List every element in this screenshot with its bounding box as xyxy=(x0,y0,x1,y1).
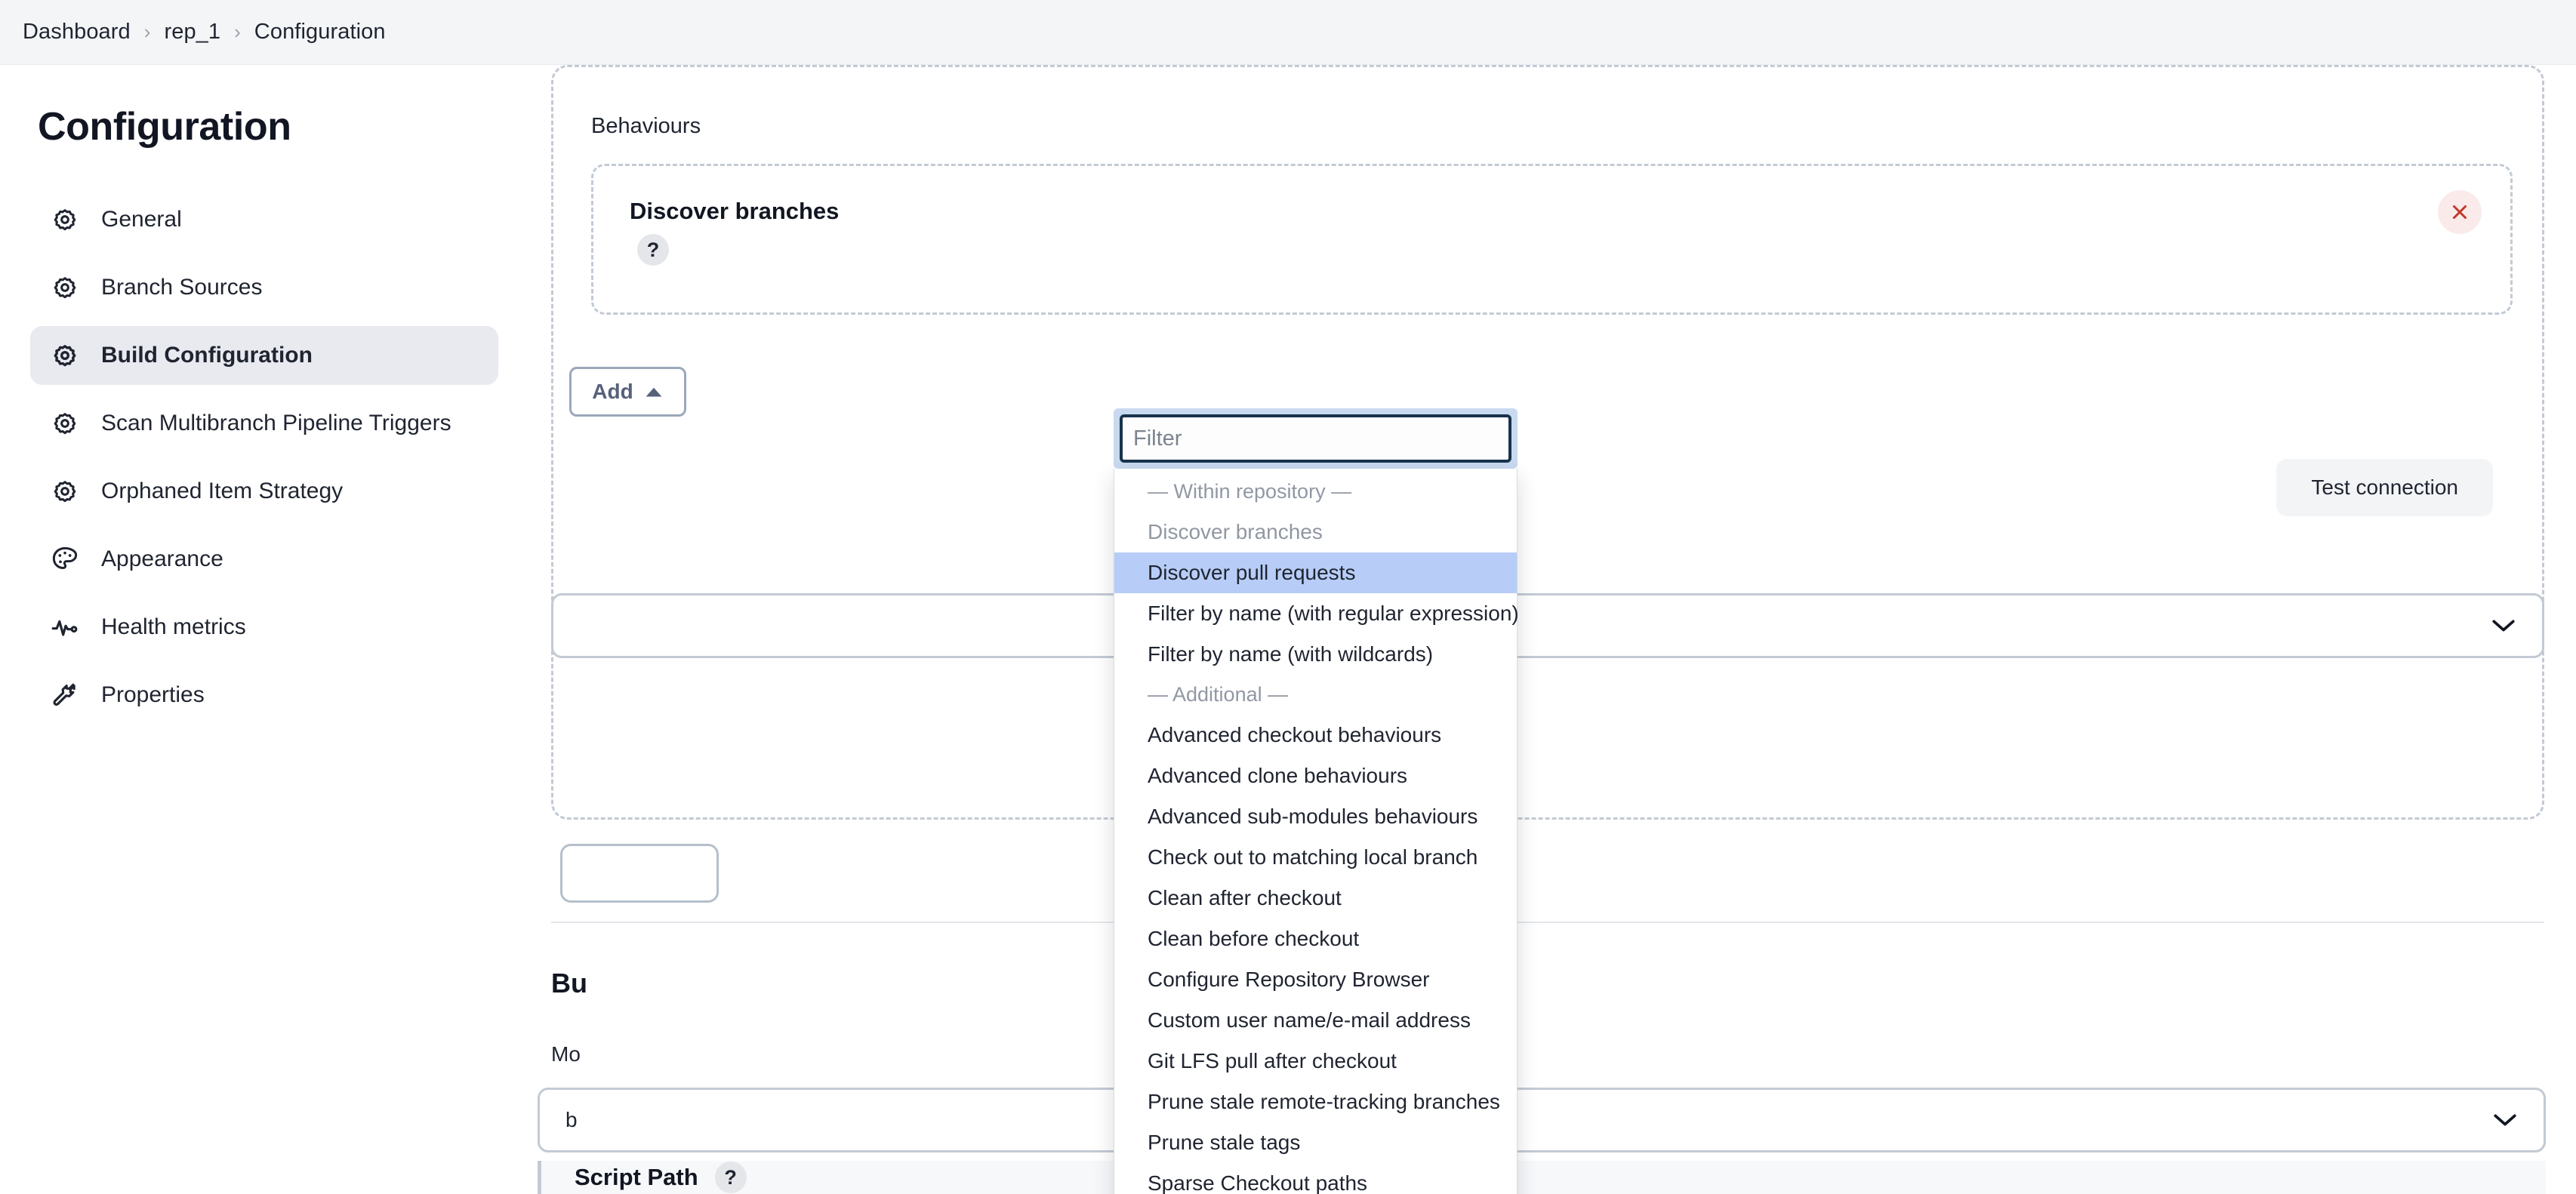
mode-select[interactable]: b xyxy=(538,1088,2546,1152)
menu-item-prune-stale-remote-tracking-branches[interactable]: Prune stale remote-tracking branches xyxy=(1114,1082,1517,1122)
add-behaviour-dropdown: — Within repository — Discover branches … xyxy=(1114,408,1519,1194)
secondary-action-button[interactable] xyxy=(560,844,719,903)
menu-item-clean-after-checkout[interactable]: Clean after checkout xyxy=(1114,878,1517,919)
help-badge-label: ? xyxy=(637,234,669,266)
add-behaviour-button[interactable]: Add xyxy=(569,367,686,417)
add-button-label: Add xyxy=(592,380,633,403)
menu-item-sparse-checkout-paths[interactable]: Sparse Checkout paths xyxy=(1114,1163,1517,1194)
sidebar-item-label: General xyxy=(101,207,182,232)
filter-input-wrapper xyxy=(1114,408,1518,469)
help-icon[interactable]: ? xyxy=(637,234,669,266)
sidebar-item-label: Orphaned Item Strategy xyxy=(101,479,344,503)
sidebar-item-label: Build Configuration xyxy=(101,343,313,368)
behaviour-title: Discover branches xyxy=(630,198,840,224)
breadcrumb-item-configuration[interactable]: Configuration xyxy=(254,20,386,45)
page-title: Configuration xyxy=(38,105,291,149)
sidebar-item-label: Branch Sources xyxy=(101,275,263,300)
wrench-icon xyxy=(50,680,80,710)
main-content: Behaviours Discover branches ? Add Test … xyxy=(528,65,2576,1194)
gear-icon xyxy=(50,340,80,371)
menu-item-git-lfs-pull-after-checkout[interactable]: Git LFS pull after checkout xyxy=(1114,1041,1517,1082)
menu-item-configure-repository-browser[interactable]: Configure Repository Browser xyxy=(1114,959,1517,1000)
breadcrumb-separator-icon: › xyxy=(143,20,151,43)
sidebar-item-properties[interactable]: Properties xyxy=(30,666,498,725)
sidebar-item-label: Properties xyxy=(101,682,205,707)
menu-item-discover-branches: Discover branches xyxy=(1148,520,1323,543)
sidebar: Configuration General Branch Sources Bui… xyxy=(0,65,528,1194)
sidebar-item-orphaned-item-strategy[interactable]: Orphaned Item Strategy xyxy=(30,462,498,521)
menu-item-discover-pull-requests[interactable]: Discover pull requests xyxy=(1114,552,1517,593)
menu-item-advanced-clone-behaviours[interactable]: Advanced clone behaviours xyxy=(1114,755,1517,796)
gear-icon xyxy=(50,476,80,506)
section-divider xyxy=(551,922,2544,923)
activity-icon xyxy=(50,612,80,642)
gear-icon xyxy=(50,408,80,439)
gear-icon xyxy=(50,272,80,303)
behaviour-options-list: — Within repository — Discover branches … xyxy=(1114,469,1519,1194)
sidebar-item-branch-sources[interactable]: Branch Sources xyxy=(30,258,498,317)
script-path-label: Script Path xyxy=(575,1164,698,1190)
menu-item-prune-stale-tags[interactable]: Prune stale tags xyxy=(1114,1122,1517,1163)
menu-group-header: — Additional — xyxy=(1148,683,1289,706)
gear-icon xyxy=(50,205,80,235)
sidebar-item-scan-multibranch-pipeline-triggers[interactable]: Scan Multibranch Pipeline Triggers xyxy=(30,394,498,453)
repository-select[interactable] xyxy=(551,593,2544,658)
sidebar-item-appearance[interactable]: Appearance xyxy=(30,530,498,589)
sidebar-item-label: Scan Multibranch Pipeline Triggers xyxy=(101,411,451,435)
repository-select-row xyxy=(551,593,2544,658)
script-path-section: Script Path ? xyxy=(538,1161,2546,1194)
palette-icon xyxy=(50,544,80,574)
mode-select-row: b xyxy=(538,1088,2546,1152)
delete-behaviour-button[interactable] xyxy=(2438,190,2482,234)
chevron-down-icon xyxy=(2494,1114,2516,1126)
breadcrumb: Dashboard › rep_1 › Configuration xyxy=(0,0,2576,65)
menu-group-header: — Within repository — xyxy=(1148,480,1352,503)
breadcrumb-separator-icon: › xyxy=(234,20,241,43)
build-section-heading: Bu xyxy=(551,968,587,999)
close-icon xyxy=(2453,205,2467,219)
menu-item-custom-user-name-email-address[interactable]: Custom user name/e-mail address xyxy=(1114,1000,1517,1041)
menu-item-filter-by-name-wildcards[interactable]: Filter by name (with wildcards) xyxy=(1114,634,1517,675)
sidebar-item-build-configuration[interactable]: Build Configuration xyxy=(30,326,498,385)
sidebar-item-general[interactable]: General xyxy=(30,190,498,249)
menu-item-check-out-to-matching-local-branch[interactable]: Check out to matching local branch xyxy=(1114,837,1517,878)
breadcrumb-item-dashboard[interactable]: Dashboard xyxy=(23,20,131,45)
test-connection-button[interactable]: Test connection xyxy=(2276,459,2493,516)
behaviours-panel: Behaviours Discover branches ? xyxy=(551,65,2544,820)
menu-item-advanced-checkout-behaviours[interactable]: Advanced checkout behaviours xyxy=(1114,715,1517,755)
sidebar-item-label: Health metrics xyxy=(101,614,246,639)
sidebar-item-health-metrics[interactable]: Health metrics xyxy=(30,598,498,657)
sidebar-item-label: Appearance xyxy=(101,546,223,571)
menu-item-clean-before-checkout[interactable]: Clean before checkout xyxy=(1114,919,1517,959)
behaviours-section-label: Behaviours xyxy=(591,114,701,138)
menu-item-advanced-sub-modules-behaviours[interactable]: Advanced sub-modules behaviours xyxy=(1114,796,1517,837)
chevron-down-icon xyxy=(2492,620,2515,632)
behaviour-card-discover-branches: Discover branches ? xyxy=(591,164,2513,315)
breadcrumb-item-rep-1[interactable]: rep_1 xyxy=(164,20,220,45)
help-icon[interactable]: ? xyxy=(714,1162,747,1193)
menu-item-filter-by-name-regex[interactable]: Filter by name (with regular expression) xyxy=(1114,593,1519,634)
filter-input[interactable] xyxy=(1120,414,1511,463)
caret-up-icon xyxy=(646,387,662,397)
mode-field-label: Mo xyxy=(551,1042,581,1066)
mode-select-value: b xyxy=(565,1108,578,1131)
